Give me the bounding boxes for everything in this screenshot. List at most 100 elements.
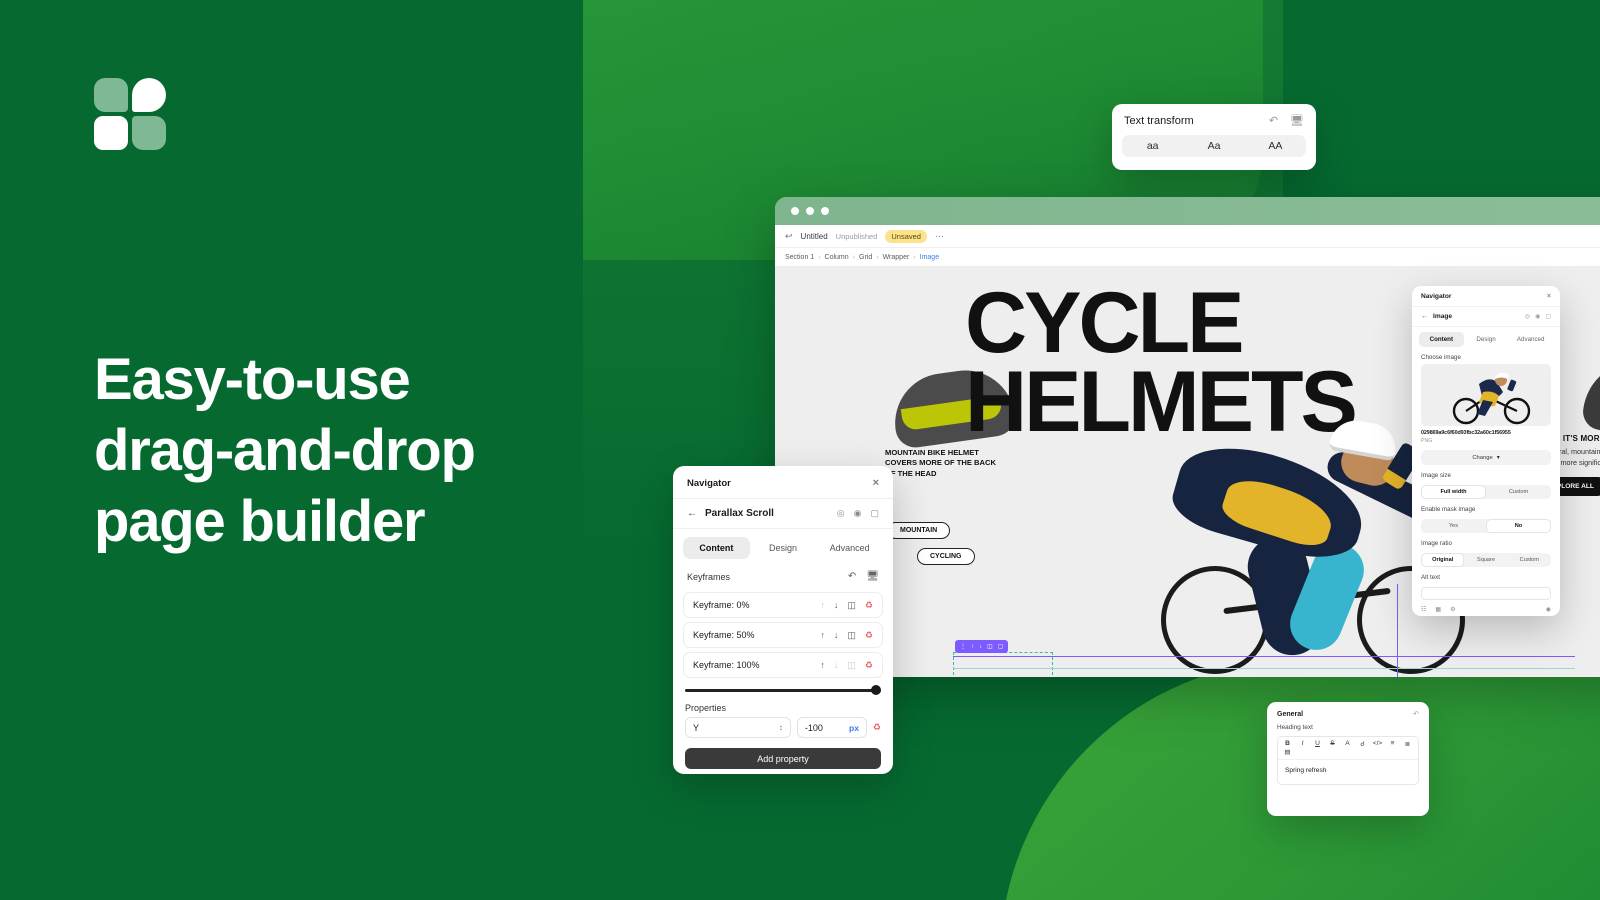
canvas-badge-cycling[interactable]: CYCLING <box>917 548 975 565</box>
trash-icon[interactable]: ♻ <box>865 630 873 641</box>
settings-icon[interactable]: ⚙ <box>1450 606 1455 613</box>
move-up-icon[interactable]: ↑ <box>971 644 974 650</box>
image-ratio-custom[interactable]: Custom <box>1508 553 1551 567</box>
breadcrumb-item-column[interactable]: Column <box>825 254 849 261</box>
desktop-icon[interactable]: 🖥 <box>866 571 879 582</box>
clear-format-icon[interactable]: ≡ <box>1385 740 1400 748</box>
keyframe-row[interactable]: Keyframe: 50% ↑ ↓ ◫ ♻ <box>683 622 883 648</box>
breadcrumb-item-image[interactable]: Image <box>920 254 939 261</box>
ordered-list-icon[interactable]: ≣ <box>1400 740 1415 748</box>
trash-icon[interactable]: ♻ <box>865 600 873 611</box>
arrow-down-icon[interactable]: ↓ <box>834 600 839 610</box>
text-transform-option-lower[interactable]: aa <box>1122 140 1183 152</box>
change-image-button[interactable]: Change ▾ <box>1421 450 1551 465</box>
mask-image-label: Enable mask image <box>1421 506 1476 513</box>
reset-icon[interactable]: ↶ <box>848 571 856 582</box>
strikethrough-icon[interactable]: S <box>1325 740 1340 748</box>
image-size-custom[interactable]: Custom <box>1486 485 1551 499</box>
canvas-badge-mountain[interactable]: MOUNTAIN <box>887 522 951 539</box>
tab-content[interactable]: Content <box>1419 332 1464 347</box>
keyframe-slider[interactable] <box>685 685 881 695</box>
bold-icon[interactable]: B <box>1280 740 1295 748</box>
close-icon[interactable]: × <box>873 477 879 489</box>
duplicate-icon[interactable]: ◫ <box>847 660 856 671</box>
slider-knob[interactable] <box>871 685 881 695</box>
image-thumbnail[interactable] <box>1421 364 1551 426</box>
eye-icon[interactable]: ◉ <box>1546 606 1551 613</box>
duplicate-icon[interactable]: ◫ <box>847 630 856 641</box>
code-icon[interactable]: </> <box>1370 740 1385 748</box>
arrow-up-icon[interactable]: ↑ <box>820 600 825 610</box>
navigator-image-layer-name: Image <box>1433 313 1453 320</box>
property-value-input[interactable]: -100 px <box>796 717 867 738</box>
text-transform-option-capitalize[interactable]: Aa <box>1183 140 1244 152</box>
tab-design[interactable]: Design <box>750 537 817 559</box>
navigator-parallax-header-icons: ◎ ◉ ▢ <box>837 508 879 519</box>
trash-icon[interactable]: ♻ <box>865 660 873 671</box>
eye-icon[interactable]: ◉ <box>854 508 862 519</box>
property-unit[interactable]: px <box>849 723 859 733</box>
tab-design[interactable]: Design <box>1464 332 1509 347</box>
arrow-down-icon[interactable]: ↓ <box>834 630 839 640</box>
image-ratio-square[interactable]: Square <box>1464 553 1507 567</box>
breadcrumb-item-wrapper[interactable]: Wrapper <box>883 254 910 261</box>
keyframe-row[interactable]: Keyframe: 100% ↑ ↓ ◫ ♻ <box>683 652 883 678</box>
grid-icon[interactable]: ▦ <box>1435 606 1441 613</box>
tab-advanced[interactable]: Advanced <box>816 537 883 559</box>
add-property-button[interactable]: Add property <box>685 748 881 769</box>
image-size-full-width[interactable]: Full width <box>1421 485 1486 499</box>
text-color-icon[interactable]: A <box>1340 740 1355 748</box>
window-close-dot[interactable] <box>791 207 799 215</box>
tab-advanced[interactable]: Advanced <box>1508 332 1553 347</box>
arrow-up-icon[interactable]: ↑ <box>820 660 825 670</box>
back-icon[interactable]: ↩ <box>785 231 793 242</box>
editor-toolbar: B I U S A ☌ </> ≡ ≣ ▤ <box>1278 737 1418 760</box>
selection-guide-horizontal-secondary <box>953 668 1575 669</box>
text-transform-option-upper[interactable]: AA <box>1245 140 1306 152</box>
trash-icon[interactable]: ▢ <box>1545 313 1551 320</box>
window-maximize-dot[interactable] <box>821 207 829 215</box>
navigator-image-header: Navigator × <box>1412 286 1560 307</box>
desktop-icon[interactable]: 🖥 <box>1290 114 1304 127</box>
logo-square-bottom-right <box>132 116 166 150</box>
arrow-down-icon[interactable]: ↓ <box>834 660 839 670</box>
underline-icon[interactable]: U <box>1310 740 1325 748</box>
reset-icon[interactable]: ↶ <box>1269 114 1278 127</box>
back-arrow-icon[interactable]: ← <box>687 508 697 519</box>
arrow-up-icon[interactable]: ↑ <box>820 630 825 640</box>
alt-text-input[interactable] <box>1421 587 1551 600</box>
window-minimize-dot[interactable] <box>806 207 814 215</box>
target-icon[interactable]: ◎ <box>837 508 845 519</box>
unordered-list-icon[interactable]: ▤ <box>1280 748 1295 756</box>
target-icon[interactable]: ◎ <box>1525 313 1530 320</box>
close-icon[interactable]: × <box>1547 293 1551 300</box>
image-ratio-original[interactable]: Original <box>1421 553 1465 567</box>
chevron-down-icon: ▾ <box>1496 454 1500 461</box>
back-arrow-icon[interactable]: ← <box>1421 313 1428 320</box>
duplicate-icon[interactable]: ◫ <box>847 600 856 611</box>
move-down-icon[interactable]: ↓ <box>979 644 982 650</box>
property-name-select[interactable]: Y ↕ <box>685 717 791 738</box>
link-icon[interactable]: ☌ <box>1355 740 1370 748</box>
breadcrumb-item-section[interactable]: Section 1 <box>785 254 814 261</box>
reset-icon[interactable]: ↶ <box>1413 710 1419 718</box>
duplicate-icon[interactable]: ◫ <box>987 643 993 650</box>
tab-content[interactable]: Content <box>683 537 750 559</box>
navigator-parallax-subheader: ← Parallax Scroll ◎ ◉ ▢ <box>673 499 893 529</box>
navigator-parallax-tabs: Content Design Advanced <box>683 537 883 559</box>
keyframe-row[interactable]: Keyframe: 0% ↑ ↓ ◫ ♻ <box>683 592 883 618</box>
ellipsis-icon[interactable]: ⋯ <box>935 231 944 242</box>
heading-text-input[interactable]: Spring refresh <box>1278 760 1418 784</box>
delete-icon[interactable]: ▢ <box>998 643 1004 650</box>
trash-icon[interactable]: ♻ <box>873 722 881 733</box>
document-title[interactable]: Untitled <box>801 232 828 241</box>
link-icon[interactable]: ☷ <box>1421 606 1426 613</box>
mask-image-yes[interactable]: Yes <box>1421 519 1486 533</box>
italic-icon[interactable]: I <box>1295 740 1310 748</box>
trash-icon[interactable]: ▢ <box>870 508 879 519</box>
general-panel: General ↶ Heading text B I U S A ☌ </> ≡… <box>1267 702 1429 816</box>
drag-handle-icon[interactable]: ⋮ <box>960 643 966 650</box>
breadcrumb-item-grid[interactable]: Grid <box>859 254 872 261</box>
mask-image-no[interactable]: No <box>1486 519 1551 533</box>
eye-icon[interactable]: ◉ <box>1535 313 1540 320</box>
